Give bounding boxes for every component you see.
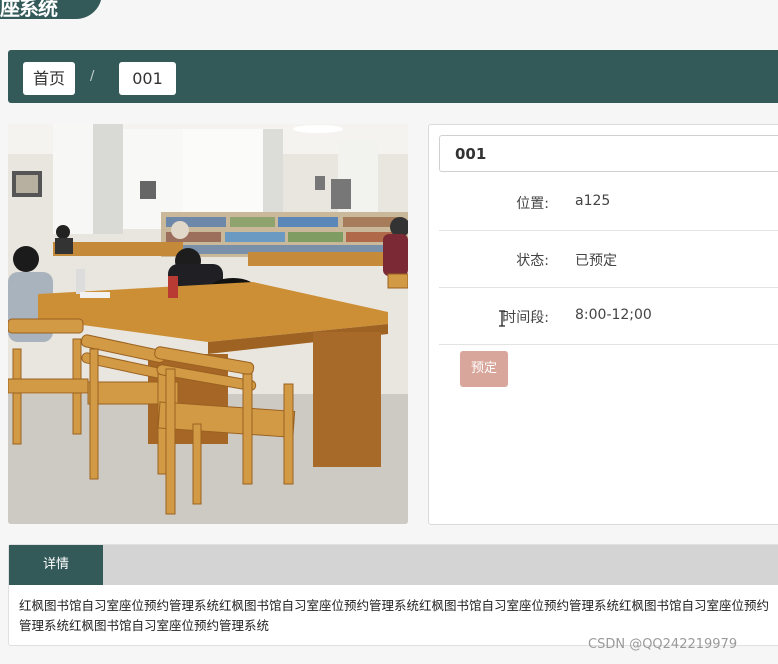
location-value: a125 (575, 193, 611, 209)
breadcrumb: 首页 / 001 (8, 50, 778, 103)
status-row: 状态: 已预定 (439, 230, 778, 288)
time-slot-label: 时间段: (502, 310, 549, 326)
seat-photo (8, 124, 408, 524)
tab-detail[interactable]: 详情 (9, 545, 103, 585)
breadcrumb-home[interactable]: 首页 (23, 62, 75, 95)
reserve-button[interactable]: 预定 (460, 351, 508, 387)
system-title: 座系统 (0, 0, 58, 20)
time-slot-row: 时间段: 8:00-12;00 (439, 287, 778, 345)
text-cursor-icon (499, 310, 505, 327)
breadcrumb-separator: / (90, 69, 95, 84)
seat-title: 001 (439, 135, 778, 172)
status-label: 状态: (516, 253, 549, 269)
time-slot-value: 8:00-12;00 (575, 307, 652, 323)
system-title-tab: 座系统 (0, 0, 102, 20)
seat-info-card: 001 位置: a125 状态: 已预定 时间段: 8:00-12;00 预定 (428, 124, 778, 525)
breadcrumb-current: 001 (119, 62, 176, 95)
location-row: 位置: a125 (439, 173, 778, 231)
status-value: 已预定 (575, 253, 617, 269)
detail-tab-bar: 详情 (9, 545, 778, 585)
detail-panel: 详情 红枫图书馆自习室座位预约管理系统红枫图书馆自习室座位预约管理系统红枫图书馆… (8, 544, 778, 646)
location-label: 位置: (516, 196, 549, 212)
detail-description: 红枫图书馆自习室座位预约管理系统红枫图书馆自习室座位预约管理系统红枫图书馆自习室… (19, 598, 770, 633)
watermark: CSDN @QQ242219979 (588, 637, 738, 652)
